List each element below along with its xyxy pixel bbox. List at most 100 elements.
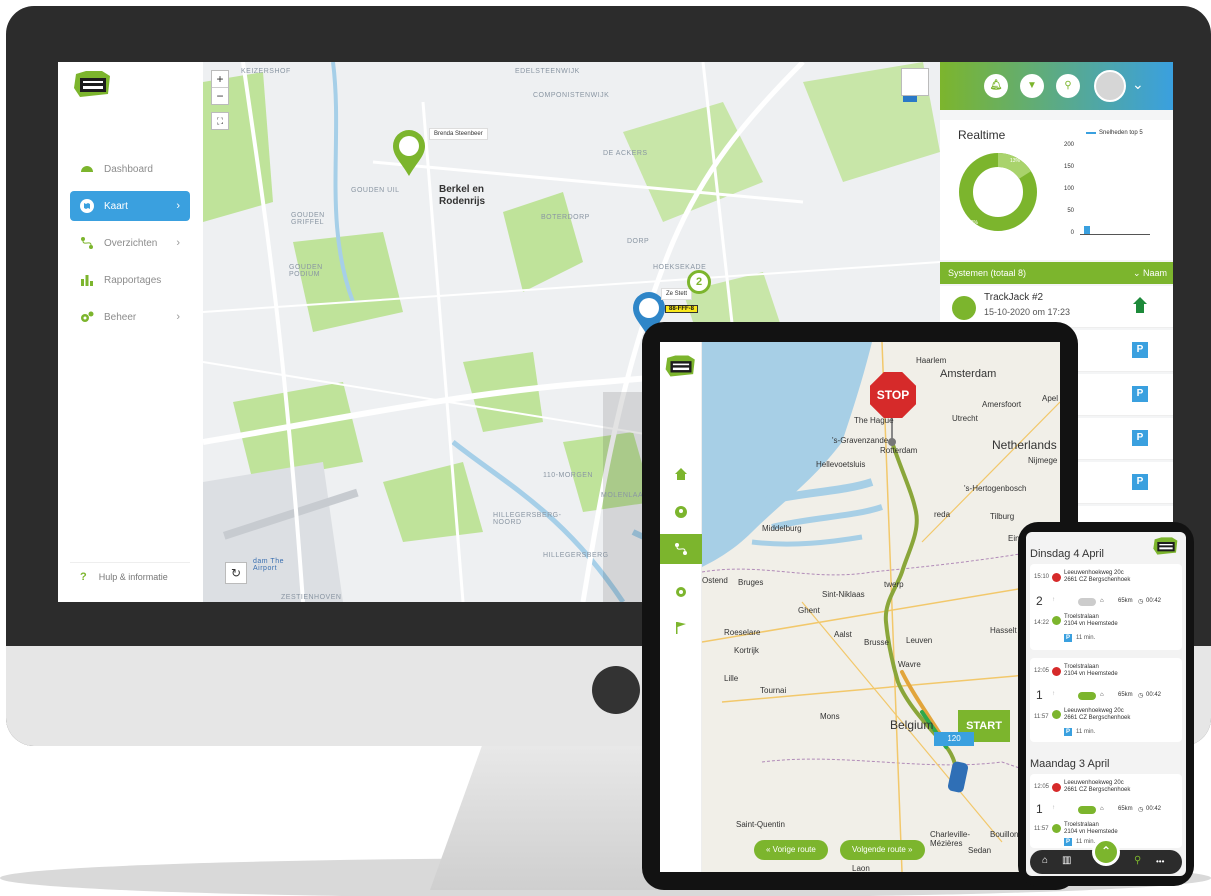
trip-end-address: Leeuwenhoekweg 20c 2661 CZ Bergschenhoek xyxy=(1064,708,1131,721)
map-label: Tournai xyxy=(760,686,787,695)
marker-label: Ze Stett xyxy=(661,288,693,300)
home-icon[interactable] xyxy=(673,466,689,482)
top-bar: 🔔︎ ▼ ⚲ ⌄ xyxy=(940,62,1173,110)
map-label: Haarlem xyxy=(916,356,947,365)
trip-end-time: 11:57 xyxy=(1034,714,1049,720)
nav-item-beheer[interactable]: Beheer › xyxy=(70,302,190,332)
device-mockup: Dashboard Kaart › Overzichten › Rapporta… xyxy=(0,0,1211,896)
end-pin-icon xyxy=(1052,710,1061,719)
trip-start-time: 12:05 xyxy=(1034,784,1050,790)
realtime-title: Realtime xyxy=(958,128,1006,142)
parking-icon: P xyxy=(1064,728,1072,736)
trackjack-logo xyxy=(665,355,695,377)
map-label: DORP xyxy=(627,238,650,245)
refresh-button[interactable]: ↻ xyxy=(225,562,247,584)
zoom-in-button[interactable]: + xyxy=(212,71,228,88)
trip-card[interactable]: 12:05 Troelstralaan 2104 vn Heemstede 1 … xyxy=(1030,658,1182,742)
route-icon[interactable] xyxy=(673,541,689,557)
avatar[interactable] xyxy=(1094,70,1126,102)
map-label: Lille xyxy=(724,674,739,683)
map-label: Ostend xyxy=(702,576,728,585)
tablet-map[interactable]: Haarlem Amsterdam The Hague Utrecht Amer… xyxy=(702,342,1060,872)
map-label: Bruges xyxy=(738,578,764,587)
nav-label: Kaart xyxy=(104,200,128,212)
systems-header[interactable]: Systemen (totaal 8) ⌄ Naam xyxy=(940,262,1173,284)
trip-end-address: Troelstralaan 2104 vn Heemstede xyxy=(1064,614,1118,627)
home-icon: ⌂ xyxy=(1100,598,1104,604)
trip-start-time: 15:10 xyxy=(1034,574,1050,580)
map-label: Kortrijk xyxy=(734,646,759,655)
route-icon[interactable]: ⚲ xyxy=(1134,855,1141,866)
toggle-switch[interactable] xyxy=(1078,598,1096,606)
question-icon: ? xyxy=(80,571,87,583)
chevron-up-icon[interactable]: ⌃ xyxy=(1092,838,1120,866)
sort-label: Naam xyxy=(1142,268,1167,278)
trip-distance: 65km xyxy=(1118,598,1133,604)
trip-card[interactable]: 12:05 Leeuwenhoekweg 20c 2661 CZ Bergsch… xyxy=(1030,774,1182,848)
notifications-button[interactable]: 🔔︎ xyxy=(984,74,1008,98)
nav-item-dashboard[interactable]: Dashboard xyxy=(70,154,190,184)
next-route-button[interactable]: Volgende route » xyxy=(840,840,925,860)
marker-label-text: Brenda Steenbeer xyxy=(434,131,483,137)
trip-count: 2 xyxy=(1036,594,1043,608)
gear-icon xyxy=(80,310,94,324)
trip-count: 1 xyxy=(1036,688,1043,702)
phone-screen: Dinsdag 4 April 15:10 Leeuwenhoekweg 20c… xyxy=(1026,532,1186,876)
toggle-switch[interactable] xyxy=(1078,806,1096,814)
legend-label: Snelheden top 5 xyxy=(1099,130,1143,136)
map-label: DE ACKERS xyxy=(603,150,648,157)
monitor-logo xyxy=(592,666,640,714)
trip-start-address: Leeuwenhoekweg 20c 2661 CZ Bergschenhoek xyxy=(1064,780,1131,793)
chevron-right-icon: › xyxy=(176,237,180,249)
map-label: KEIZERSHOF xyxy=(241,68,291,75)
clock-icon: ◷ xyxy=(1138,807,1144,813)
parking-icon: P xyxy=(1132,386,1148,402)
y-tick: 0 xyxy=(1070,230,1074,236)
filter-button[interactable]: ▼ xyxy=(1020,74,1044,98)
search-button[interactable]: ⚲ xyxy=(1056,74,1080,98)
donut-minor-label: 13% xyxy=(1010,158,1021,164)
nav-label: Rapportages xyxy=(104,274,162,286)
map-label: Laon xyxy=(852,864,870,872)
systems-title: Systemen (totaal 8) xyxy=(948,268,1027,278)
tablet-screen: Haarlem Amsterdam The Hague Utrecht Amer… xyxy=(660,342,1060,872)
map-label: ZESTIENHOVEN xyxy=(281,594,342,601)
more-icon[interactable]: ••• xyxy=(1156,857,1164,866)
map-label: Ghent xyxy=(798,606,820,615)
map-label: Mons xyxy=(820,712,840,721)
chevron-right-icon: › xyxy=(176,311,180,323)
marker-cluster[interactable]: 2 xyxy=(687,270,711,294)
nav-item-overzichten[interactable]: Overzichten › xyxy=(70,228,190,258)
nav-item-kaart[interactable]: Kaart › xyxy=(70,191,190,221)
gear-icon[interactable] xyxy=(673,584,689,600)
vehicle-marker-green[interactable] xyxy=(391,130,427,178)
trip-card[interactable]: 15:10 Leeuwenhoekweg 20c 2661 CZ Bergsch… xyxy=(1030,564,1182,650)
toggle-switch[interactable] xyxy=(1078,692,1096,700)
route-icon xyxy=(80,236,94,250)
map-icon[interactable]: ▥ xyxy=(1062,855,1071,866)
speed-bar xyxy=(1084,226,1090,234)
route-stop-marker[interactable]: STOP xyxy=(870,372,916,418)
nav-item-rapportages[interactable]: Rapportages xyxy=(70,265,190,295)
zoom-out-button[interactable]: − xyxy=(212,88,228,104)
fullscreen-button[interactable]: ⛶ xyxy=(211,112,229,130)
trip-start-address: Troelstralaan 2104 vn Heemstede xyxy=(1064,664,1118,677)
trackjack-logo xyxy=(74,71,110,97)
chevron-down-icon[interactable]: ⌄ xyxy=(1132,76,1144,93)
layer-toggle-button[interactable] xyxy=(901,68,929,96)
status-dot xyxy=(952,296,976,320)
previous-route-button[interactable]: « Vorige route xyxy=(754,840,828,860)
map-label: reda xyxy=(934,510,951,519)
home-icon[interactable]: ⌂ xyxy=(1042,855,1048,866)
flag-icon[interactable] xyxy=(673,620,689,636)
sort-control[interactable]: ⌄ Naam xyxy=(1133,262,1167,284)
location-icon[interactable] xyxy=(673,504,689,520)
map-label: Nijmege xyxy=(1028,456,1058,465)
help-link[interactable]: ? Hulp & informatie xyxy=(70,562,190,583)
map-label: Hellevoetsluis xyxy=(816,460,866,469)
parking-duration: 11 min. xyxy=(1076,635,1096,641)
start-pin-icon xyxy=(1052,783,1061,792)
trip-start-address: Leeuwenhoekweg 20c 2661 CZ Bergschenhoek xyxy=(1064,570,1131,583)
map-city-label: Berkel en Rodenrijs xyxy=(439,184,486,207)
tablet: Haarlem Amsterdam The Hague Utrecht Amer… xyxy=(642,322,1078,890)
